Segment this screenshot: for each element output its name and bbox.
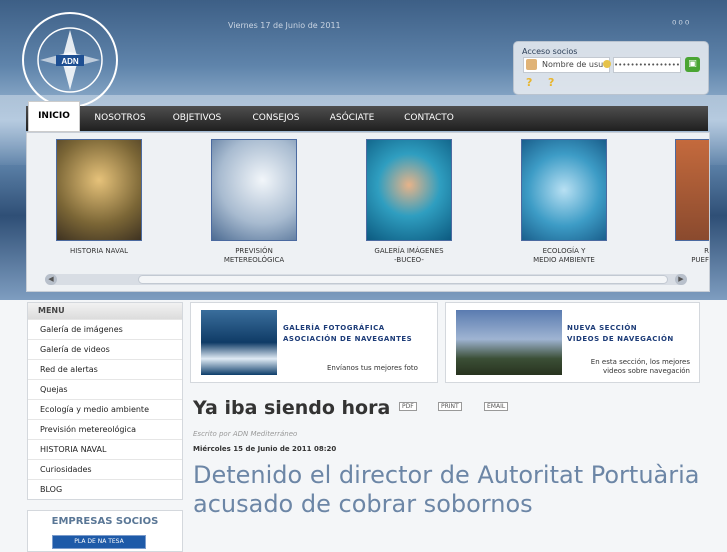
- carousel-slide[interactable]: R PUEF: [657, 139, 709, 265]
- login-panel: Acceso socios Nombre de usu ••••••••••••…: [513, 41, 709, 95]
- carousel-slide[interactable]: ECOLOGÍA Y MEDIO AMBIENTE: [519, 139, 609, 265]
- user-icon: [526, 59, 537, 70]
- side-menu: MENU Galería de imágenes Galería de vide…: [27, 302, 183, 500]
- slide-caption-line2: PUEF: [691, 256, 709, 264]
- menu-item[interactable]: Ecología y medio ambiente: [28, 399, 182, 419]
- menu-item[interactable]: BLOG: [28, 479, 182, 499]
- nav-item-nosotros[interactable]: NOSOTROS: [84, 106, 156, 131]
- login-submit-button[interactable]: ▣: [685, 57, 700, 72]
- menu-item[interactable]: Red de alertas: [28, 359, 182, 379]
- partner-logo[interactable]: PLA DE NA TESA: [52, 535, 146, 549]
- nav-item-asociate[interactable]: ASÓCIATE: [320, 106, 384, 131]
- slide-caption-line1: PREVISIÓN: [235, 247, 273, 255]
- weather-glass-image: [211, 139, 297, 241]
- forgot-password-icon[interactable]: ?: [526, 76, 532, 89]
- pdf-icon[interactable]: PDF: [399, 402, 417, 411]
- banner-subtitle: En esta sección, los mejores videos sobre…: [590, 358, 690, 375]
- partial-slide-image: [675, 139, 709, 241]
- article-headline[interactable]: Detenido el director de Autoritat Portuà…: [193, 461, 713, 519]
- forgot-username-icon[interactable]: ?: [548, 76, 554, 89]
- menu-item[interactable]: Galería de imágenes: [28, 319, 182, 339]
- username-field[interactable]: Nombre de usu: [523, 57, 610, 73]
- font-size-icons[interactable]: ⁰⁰⁰: [672, 18, 691, 31]
- nav-item-consejos[interactable]: CONSEJOS: [240, 106, 312, 131]
- article-date: Miércoles 15 de Junio de 2011 08:20: [193, 445, 337, 453]
- scroll-thumb[interactable]: [138, 275, 668, 284]
- key-icon: [603, 60, 611, 68]
- current-date: Viernes 17 de Junio de 2011: [228, 21, 341, 30]
- nav-item-contacto[interactable]: CONTACTO: [394, 106, 464, 131]
- menu-item[interactable]: HISTORIA NAVAL: [28, 439, 182, 459]
- menu-item[interactable]: Galería de videos: [28, 339, 182, 359]
- menu-title: MENU: [28, 303, 182, 319]
- article-author: Escrito por ADN Mediterráneo: [193, 430, 298, 438]
- carousel-slide[interactable]: HISTORIA NAVAL: [54, 139, 144, 256]
- print-icon[interactable]: PRINT: [438, 402, 462, 411]
- nav-item-objetivos[interactable]: OBJETIVOS: [164, 106, 230, 131]
- slide-caption-line1: GALERÍA IMÁGENES: [374, 247, 444, 255]
- main-nav: INICIO NOSOTROS OBJETIVOS CONSEJOS ASÓCI…: [26, 101, 708, 132]
- banner-title-line1: GALERÍA FOTOGRÁFICA: [283, 324, 385, 332]
- banner-lighthouse-image: [456, 310, 562, 375]
- banner-title-line2: VIDEOS DE NAVEGACIÓN: [567, 335, 674, 343]
- ecology-image: [521, 139, 607, 241]
- nav-item-inicio[interactable]: INICIO: [28, 101, 80, 132]
- slide-caption-line1: HISTORIA NAVAL: [69, 247, 129, 255]
- scroll-right-icon[interactable]: ▶: [675, 274, 687, 285]
- svg-text:ADN: ADN: [61, 57, 79, 66]
- menu-item[interactable]: Curiosidades: [28, 459, 182, 479]
- carousel-scrollbar[interactable]: ◀ ▶: [45, 274, 687, 285]
- menu-item[interactable]: Quejas: [28, 379, 182, 399]
- banner-title-line2: ASOCIACIÓN DE NAVEGANTES: [283, 335, 413, 343]
- adn-logo[interactable]: ADN: [20, 10, 120, 110]
- slide-caption-line1: R: [704, 247, 709, 255]
- login-title: Acceso socios: [522, 47, 578, 56]
- banner-subtitle: Envíanos tus mejores foto: [327, 364, 418, 372]
- slide-caption-line2: METEREOLÓGICA: [223, 256, 285, 264]
- banner-title-line1: NUEVA SECCIÓN: [567, 324, 638, 332]
- empresas-title: EMPRESAS SOCIOS: [51, 516, 159, 527]
- banner-galeria[interactable]: GALERÍA FOTOGRÁFICA ASOCIACIÓN DE NAVEGAN…: [190, 302, 438, 383]
- image-carousel: HISTORIA NAVAL PREVISIÓN METEREOLÓGICA GA…: [26, 132, 710, 292]
- scroll-left-icon[interactable]: ◀: [45, 274, 57, 285]
- email-icon[interactable]: EMAIL: [484, 402, 509, 411]
- carousel-slide[interactable]: PREVISIÓN METEREOLÓGICA: [209, 139, 299, 265]
- banner-videos[interactable]: NUEVA SECCIÓN VIDEOS DE NAVEGACIÓN En est…: [445, 302, 700, 383]
- article-title: Ya iba siendo hora: [193, 397, 391, 419]
- carousel-slide[interactable]: GALERÍA IMÁGENES -BUCEO-: [364, 139, 454, 265]
- banner-sea-image: [201, 310, 277, 375]
- empresas-socios-panel: EMPRESAS SOCIOS PLA DE NA TESA: [27, 510, 183, 552]
- slide-caption-line2: -BUCEO-: [394, 256, 424, 264]
- password-field[interactable]: •••••••••••••••••: [613, 57, 681, 73]
- armillary-image: [56, 139, 142, 241]
- menu-item[interactable]: Previsión metereológica: [28, 419, 182, 439]
- slide-caption-line1: ECOLOGÍA Y: [542, 247, 586, 255]
- slide-caption-line2: MEDIO AMBIENTE: [533, 256, 595, 264]
- jellyfish-image: [366, 139, 452, 241]
